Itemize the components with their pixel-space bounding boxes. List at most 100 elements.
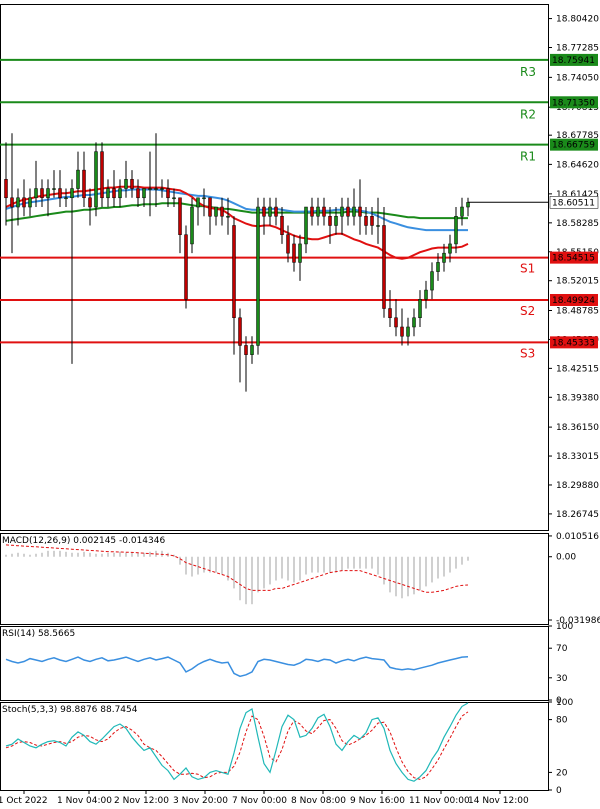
candle-body (352, 206, 356, 217)
price-y-tick-label: 18.80420 (556, 15, 599, 25)
stoch-d-line (5, 711, 469, 780)
candle-body (400, 326, 404, 337)
level-name-s1: S1 (520, 262, 535, 276)
candle-body (70, 188, 74, 199)
candle-body (316, 206, 320, 217)
candle-body (292, 243, 296, 263)
rsi-panel-frame (0, 626, 549, 701)
candle-body (208, 197, 212, 217)
candle-body (178, 197, 182, 235)
candle-body (184, 234, 188, 300)
price-y-tick-label: 18.33015 (556, 452, 599, 462)
x-tick-label: 8 Nov 08:00 (291, 796, 346, 806)
candle-body (124, 179, 128, 189)
price-y-tick-label: 18.77285 (556, 44, 599, 54)
candle-body (82, 169, 86, 199)
candle-body (88, 197, 92, 208)
level-name-r2: R2 (520, 107, 536, 121)
candle-body (10, 197, 14, 208)
candle-body (148, 188, 152, 190)
candle-body (448, 243, 452, 254)
level-name-s2: S2 (520, 304, 535, 318)
x-tick-label: 7 Nov 00:00 (232, 796, 287, 806)
x-tick-label: 1 Nov 04:00 (57, 796, 112, 806)
candle-body (394, 317, 398, 328)
level-name-s3: S3 (520, 346, 535, 360)
rsi-y-tick-label: 70 (556, 644, 568, 654)
candle-body (382, 225, 386, 309)
macd-signal-line (5, 544, 469, 593)
level-price-label-s2: 18.49924 (552, 296, 595, 306)
candle-body (64, 197, 68, 200)
candle-body (244, 345, 248, 355)
candle-body (346, 206, 350, 217)
rsi-y-tick-label: 100 (556, 622, 573, 632)
stoch-indicator-label: Stoch(5,3,3) 98.8876 88.7454 (2, 705, 138, 715)
candle-body (22, 197, 26, 208)
candle-body (466, 202, 470, 208)
x-tick-label: 9 Nov 16:00 (350, 796, 405, 806)
candle-body (454, 215, 458, 245)
candle-body (136, 188, 140, 199)
candle-body (76, 169, 80, 189)
x-tick-label: 11 Nov 00:00 (409, 796, 470, 806)
rsi-indicator-label: RSI(14) 58.5665 (2, 629, 75, 639)
price-y-tick-label: 18.39380 (556, 393, 599, 403)
candle-body (232, 225, 236, 319)
candle-body (28, 197, 32, 208)
x-tick-label: 31 Oct 2022 (0, 796, 48, 806)
candle-body (460, 206, 464, 217)
candle-body (4, 179, 8, 199)
candle-body (328, 215, 332, 226)
level-name-r1: R1 (520, 150, 536, 164)
candle-body (262, 206, 266, 217)
candle-body (250, 345, 254, 355)
candle-body (220, 206, 224, 217)
candle-body (142, 188, 146, 199)
macd-y-tick-label: 0.010516 (556, 532, 599, 542)
candle-body (40, 188, 44, 199)
candle-body (118, 188, 122, 199)
price-y-tick-label: 18.52015 (556, 277, 599, 287)
macd-indicator-label: MACD(12,26,9) 0.002145 -0.014346 (2, 536, 165, 546)
level-price-label-s1: 18.54515 (552, 254, 595, 264)
price-y-tick-label: 18.42515 (556, 364, 599, 374)
stoch-panel-frame (0, 702, 549, 791)
candle-body (202, 197, 206, 200)
level-name-r3: R3 (520, 65, 536, 79)
stoch-y-tick-label: 80 (556, 716, 568, 726)
price-y-tick-label: 18.26745 (556, 510, 599, 520)
level-price-label-r3: 18.75941 (552, 56, 595, 66)
candle-body (166, 188, 170, 199)
candle-body (154, 188, 158, 190)
price-y-tick-label: 18.74050 (556, 73, 599, 83)
chart-svg: 18.8042018.7728518.7405018.7081518.67785… (0, 4, 600, 806)
stoch-y-tick-label: 0 (556, 786, 562, 796)
stoch-y-tick-label: 20 (556, 768, 568, 778)
candle-body (436, 262, 440, 272)
candle-body (310, 206, 314, 217)
candle-body (256, 206, 260, 346)
candle-body (52, 188, 56, 190)
chart-stage: 18.8042018.7728518.7405018.7081518.67785… (0, 0, 600, 809)
candle-body (370, 215, 374, 226)
level-price-label-s3: 18.45333 (552, 338, 595, 348)
rsi-y-tick-label: 30 (556, 674, 568, 684)
level-price-label-r2: 18.71350 (552, 98, 595, 108)
candle-body (112, 188, 116, 199)
candle-body (430, 271, 434, 291)
moving-average-red (5, 185, 469, 260)
candle-body (286, 234, 290, 254)
candle-body (94, 151, 98, 208)
candle-body (16, 197, 20, 208)
candle-body (340, 206, 344, 217)
candle-body (322, 206, 326, 217)
x-tick-label: 14 Nov 12:00 (468, 796, 529, 806)
candle-body (274, 206, 278, 217)
x-tick-label: 3 Nov 20:00 (173, 796, 228, 806)
candle-body (238, 317, 242, 346)
price-y-tick-label: 18.58285 (556, 219, 599, 229)
candle-body (58, 188, 62, 199)
candle-body (46, 188, 50, 199)
candle-body (358, 206, 362, 217)
